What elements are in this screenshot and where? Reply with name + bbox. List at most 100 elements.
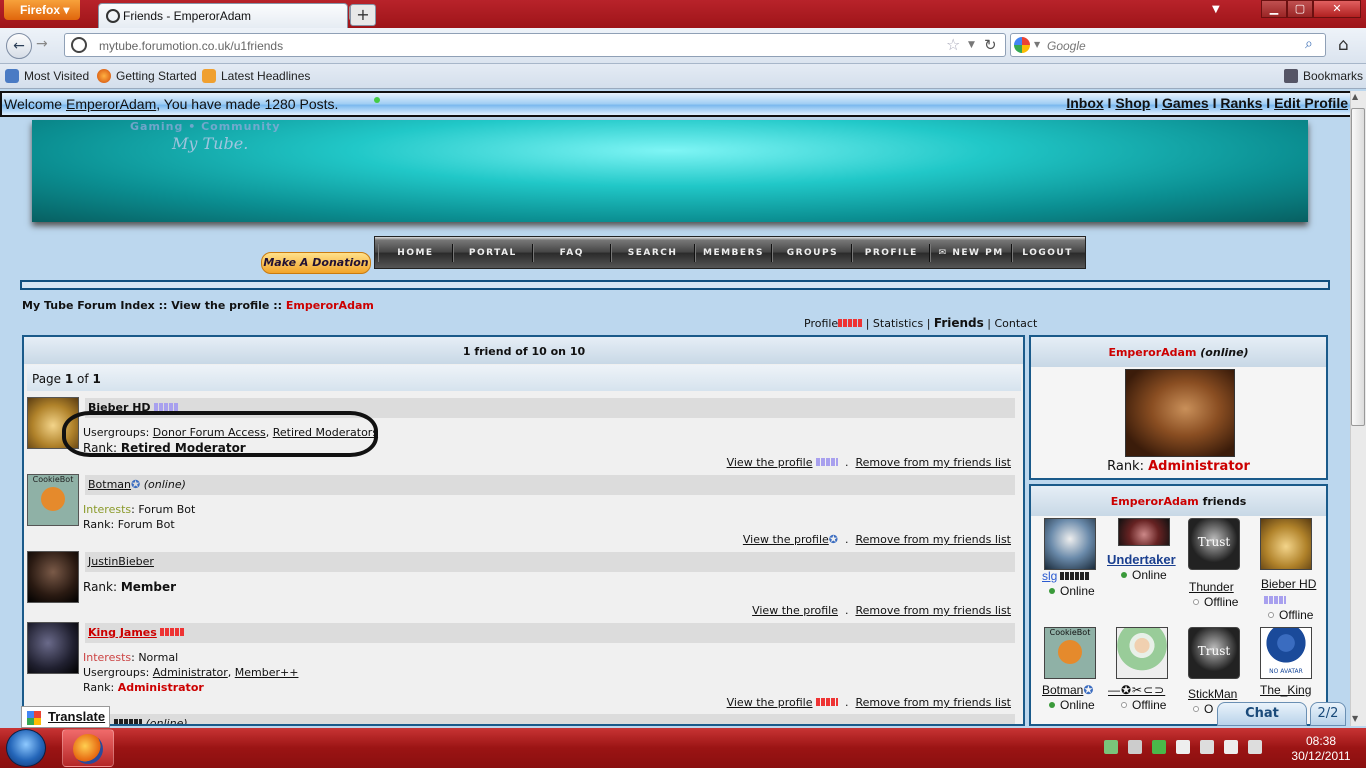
profile-avatar[interactable]: [1125, 369, 1235, 457]
tab-friends-active[interactable]: Friends: [934, 316, 984, 330]
forward-button[interactable]: →: [36, 36, 48, 52]
menu-search[interactable]: SEARCH: [610, 244, 695, 262]
minimize-button[interactable]: ▁: [1261, 0, 1287, 18]
friend-grid-name[interactable]: —✪✂⊂⊃: [1108, 683, 1165, 697]
friends-grid-username[interactable]: EmperorAdam: [1111, 495, 1199, 508]
view-profile-link[interactable]: View the profile: [743, 533, 829, 546]
shop-link[interactable]: Shop: [1115, 95, 1150, 111]
remove-friend-link[interactable]: Remove from my friends list: [855, 456, 1011, 469]
edit-profile-link[interactable]: Edit Profile: [1274, 95, 1348, 111]
scrollbar-thumb[interactable]: [1351, 108, 1365, 426]
url-bar[interactable]: mytube.forumotion.co.uk/u1friends: [64, 33, 1006, 57]
security-tray-icon[interactable]: [1104, 740, 1118, 754]
scroll-down-icon[interactable]: ▼: [1352, 714, 1358, 723]
trust-shield-icon[interactable]: Trust: [1188, 627, 1240, 679]
friend-grid-name[interactable]: Bieber HD: [1261, 576, 1321, 608]
bookmark-star-icon[interactable]: ☆: [946, 35, 960, 54]
breadcrumb-user[interactable]: EmperorAdam: [286, 299, 374, 312]
reload-icon[interactable]: ↻: [984, 36, 997, 54]
url-history-dropdown-icon[interactable]: ▼: [968, 40, 975, 50]
friend-grid-name-link[interactable]: slg: [1042, 569, 1057, 583]
bookmarks-menu-button[interactable]: Bookmarks: [1284, 69, 1363, 83]
friend-avatar[interactable]: [27, 551, 79, 603]
google-engine-icon[interactable]: [1014, 37, 1030, 53]
friend-grid-name-link[interactable]: Thunder: [1189, 580, 1234, 594]
device-tray-icon[interactable]: [1128, 740, 1142, 754]
home-icon[interactable]: ⌂: [1338, 35, 1349, 55]
menu-faq[interactable]: FAQ: [532, 244, 611, 262]
scroll-up-icon[interactable]: ▲: [1352, 92, 1358, 101]
friend-grid-avatar[interactable]: [1260, 518, 1312, 570]
update-tray-icon[interactable]: [1152, 740, 1166, 754]
system-clock[interactable]: 08:38 30/12/2011: [1286, 734, 1356, 764]
view-profile-link[interactable]: View the profile: [727, 456, 813, 469]
close-window-button[interactable]: ✕: [1313, 0, 1361, 18]
tab-contact[interactable]: Contact: [994, 317, 1037, 330]
tab-profile[interactable]: Profile: [804, 317, 838, 330]
remove-friend-link[interactable]: Remove from my friends list: [855, 604, 1011, 617]
menu-groups[interactable]: GROUPS: [772, 244, 853, 262]
menu-portal[interactable]: PORTAL: [452, 244, 533, 262]
friend-grid-avatar[interactable]: [1044, 518, 1096, 570]
bookmark-latest-headlines[interactable]: Latest Headlines: [202, 69, 310, 83]
usergroup-link[interactable]: Administrator: [153, 666, 228, 679]
friend-grid-name-link[interactable]: Undertaker: [1107, 552, 1176, 567]
bookmark-getting-started[interactable]: Getting Started: [97, 69, 197, 83]
menu-logout[interactable]: LOGOUT: [1012, 244, 1082, 262]
tab-statistics[interactable]: Statistics: [873, 317, 923, 330]
search-magnifier-icon[interactable]: ⌕: [1305, 36, 1313, 52]
friend-grid-name[interactable]: Thunder: [1189, 580, 1234, 594]
site-identity-icon[interactable]: [71, 37, 87, 53]
default-user-icon[interactable]: [1116, 627, 1168, 679]
menu-new-pm[interactable]: ✉ NEW PM: [930, 244, 1013, 262]
ranks-link[interactable]: Ranks: [1220, 95, 1262, 111]
view-profile-link[interactable]: View the profile: [752, 604, 838, 617]
profile-username[interactable]: EmperorAdam: [1108, 346, 1196, 359]
network-tray-icon[interactable]: [1248, 740, 1262, 754]
back-button[interactable]: ←: [6, 33, 32, 59]
bookmark-most-visited[interactable]: Most Visited: [5, 69, 89, 83]
friend-grid-name-link[interactable]: —✪✂⊂⊃: [1108, 683, 1165, 697]
translate-widget[interactable]: Translate: [21, 706, 110, 728]
friend-grid-avatar[interactable]: [1118, 518, 1170, 546]
friend-avatar[interactable]: CookieBot: [27, 474, 79, 526]
chat-button[interactable]: Chat: [1217, 702, 1307, 726]
menu-profile[interactable]: PROFILE: [852, 244, 931, 262]
friend-grid-avatar[interactable]: CookieBot: [1044, 627, 1096, 679]
menu-home[interactable]: HOME: [378, 244, 453, 262]
welcome-username-link[interactable]: EmperorAdam: [66, 96, 156, 112]
search-input[interactable]: Google: [1010, 33, 1326, 57]
battery-tray-icon[interactable]: [1200, 740, 1214, 754]
flag-tray-icon[interactable]: [1176, 740, 1190, 754]
friend-name-link[interactable]: JustinBieber: [88, 555, 154, 568]
usergroup-link[interactable]: Member++: [235, 666, 299, 679]
friend-grid-name[interactable]: StickMan: [1188, 687, 1237, 701]
trust-shield-icon[interactable]: Trust: [1188, 518, 1240, 570]
friend-grid-name-link[interactable]: Botman: [1042, 683, 1083, 697]
friend-grid-name[interactable]: Undertaker: [1107, 552, 1176, 567]
new-tab-button[interactable]: +: [350, 4, 376, 26]
taskbar-firefox[interactable]: [62, 729, 114, 767]
menu-members[interactable]: MEMBERS: [694, 244, 773, 262]
friend-avatar[interactable]: [27, 622, 79, 674]
maximize-button[interactable]: ▢: [1287, 0, 1313, 18]
firefox-menu-button[interactable]: Firefox ▾: [4, 0, 80, 20]
volume-tray-icon[interactable]: [1224, 740, 1238, 754]
view-profile-link[interactable]: View the profile: [727, 696, 813, 709]
friend-grid-name[interactable]: slg: [1042, 569, 1091, 583]
remove-friend-link[interactable]: Remove from my friends list: [855, 533, 1011, 546]
donate-button[interactable]: Make A Donation: [261, 252, 371, 274]
breadcrumb-path[interactable]: My Tube Forum Index :: View the profile …: [22, 299, 286, 312]
friend-grid-name-link[interactable]: The_King: [1260, 683, 1311, 697]
chat-count-badge[interactable]: 2/2: [1310, 702, 1346, 726]
friend-name-link[interactable]: King James: [88, 626, 157, 639]
remove-friend-link[interactable]: Remove from my friends list: [855, 696, 1011, 709]
friend-grid-name-link[interactable]: StickMan: [1188, 687, 1237, 701]
friend-grid-name[interactable]: Botman✪: [1042, 683, 1093, 697]
games-link[interactable]: Games: [1162, 95, 1209, 111]
inbox-link[interactable]: Inbox: [1066, 95, 1103, 111]
list-all-tabs-icon[interactable]: ▼: [1212, 4, 1220, 15]
friend-grid-name-link[interactable]: Bieber HD: [1261, 577, 1316, 591]
friend-name-link[interactable]: Botman: [88, 478, 131, 491]
tab-friends[interactable]: Friends - EmperorAdam: [98, 3, 348, 28]
